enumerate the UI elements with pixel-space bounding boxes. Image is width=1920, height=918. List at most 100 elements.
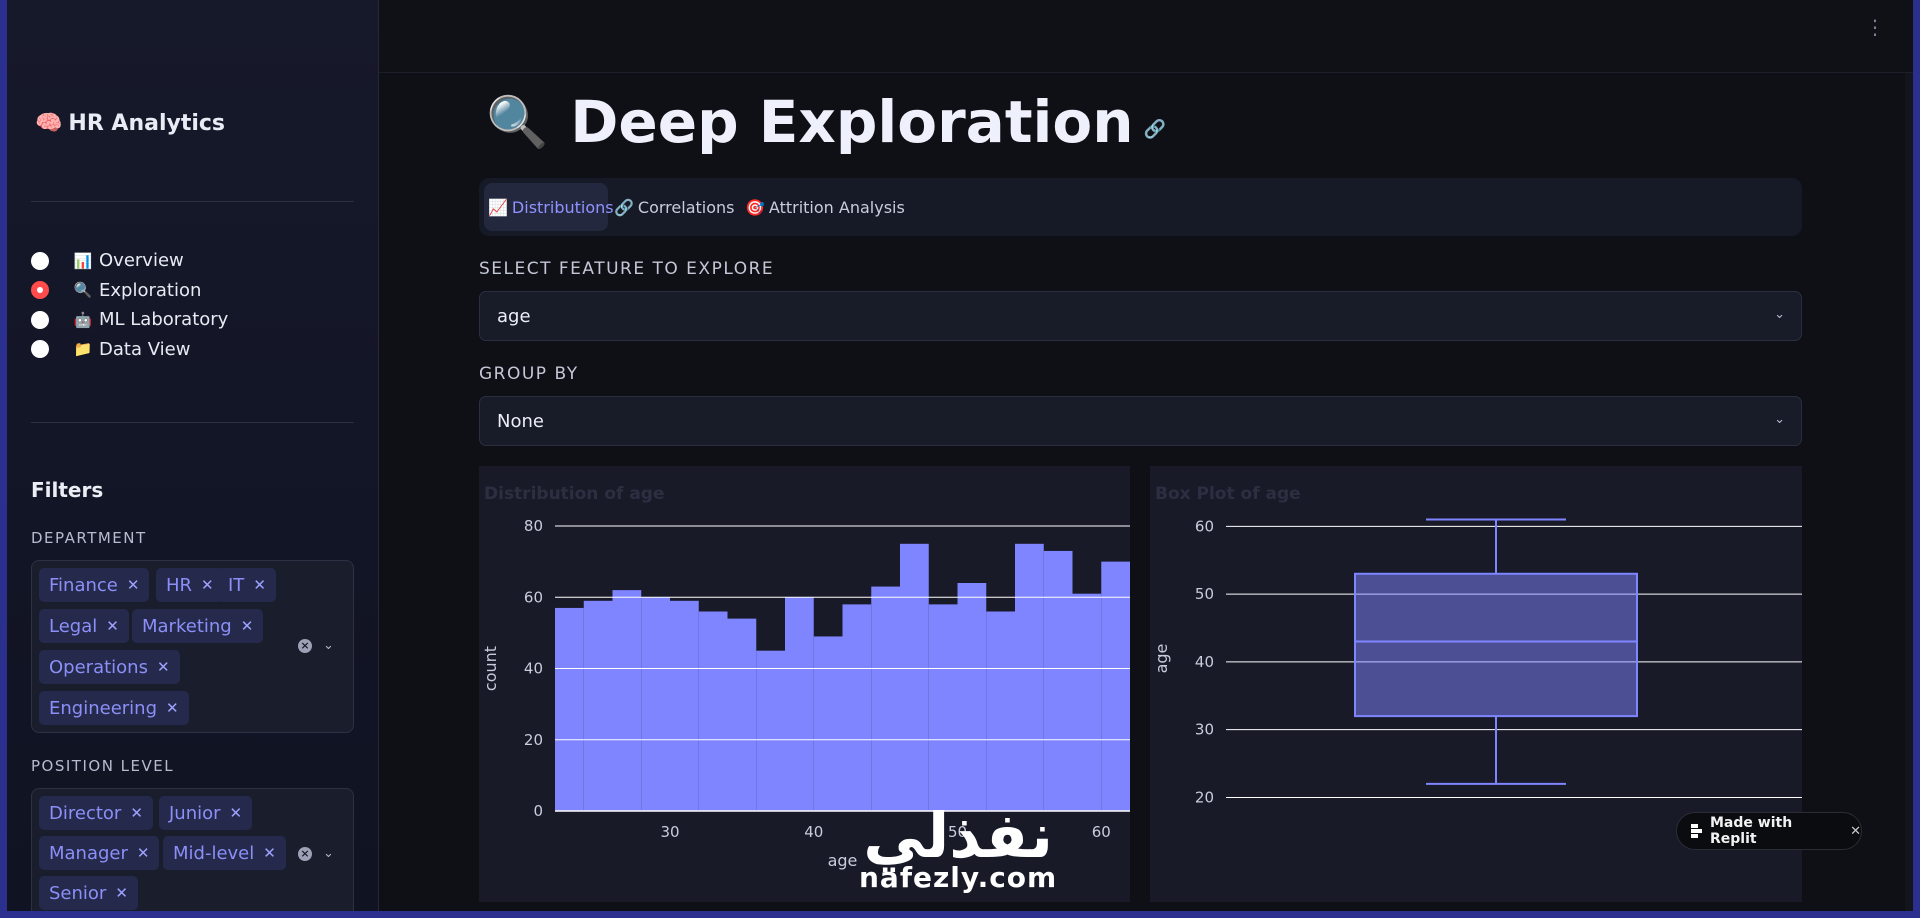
robot-icon: 🤖 (73, 310, 93, 329)
radio-button[interactable] (31, 251, 49, 270)
remove-chip-icon[interactable]: ✕ (137, 844, 150, 862)
x-axis-title: age (828, 851, 858, 870)
chip-director: Director ✕ (39, 796, 153, 830)
page-title: 🔍 Deep Exploration 🔗 (486, 88, 1166, 156)
department-multiselect[interactable]: Finance ✕ HR ✕ IT ✕ Legal ✕ Marketing ✕ Opera… (31, 560, 354, 733)
iqr-box (1354, 572, 1638, 718)
watermark-latin: nafezly.com (859, 861, 1058, 894)
remove-chip-icon[interactable]: ✕ (253, 576, 266, 594)
clear-all-icon[interactable]: × (298, 639, 312, 653)
chip-junior: Junior ✕ (159, 796, 253, 830)
chip-marketing: Marketing ✕ (132, 609, 264, 643)
radio-button-selected[interactable] (31, 281, 49, 300)
chip-operations: Operations ✕ (39, 650, 180, 684)
chevron-down-icon[interactable]: ⌄ (323, 846, 334, 861)
radio-button[interactable] (31, 310, 49, 329)
anchor-link-icon[interactable]: 🔗 (1144, 119, 1166, 140)
remove-chip-icon[interactable]: ✕ (115, 884, 128, 902)
position-level-multiselect[interactable]: Director ✕ Junior ✕ Manager ✕ Mid-level ✕ Se… (31, 788, 354, 911)
divider (31, 422, 354, 423)
remove-chip-icon[interactable]: ✕ (230, 804, 243, 822)
x-tick-label: 40 (804, 823, 823, 841)
chip-senior: Senior ✕ (39, 876, 138, 910)
close-icon[interactable]: ✕ (1850, 824, 1861, 839)
histogram-bar (1101, 561, 1130, 811)
watermark: نفذلي nafezly.com (859, 805, 1058, 895)
target-icon: 🎯 (745, 197, 765, 217)
tab-attrition-analysis[interactable]: 🎯 Attrition Analysis (741, 183, 909, 231)
chevron-down-icon: ⌄ (1774, 307, 1785, 322)
magnifier-icon: 🔍 (486, 92, 549, 151)
remove-chip-icon[interactable]: ✕ (241, 617, 254, 635)
remove-chip-icon[interactable]: ✕ (166, 699, 179, 717)
remove-chip-icon[interactable]: ✕ (130, 804, 143, 822)
brain-icon: 🧠 (35, 111, 63, 136)
group-by-label: GROUP BY (479, 364, 579, 384)
nav-item-data-view[interactable]: 📁 Data View (31, 335, 228, 365)
top-toolbar: ⋮ (379, 0, 1913, 73)
link-icon: 🔗 (614, 197, 634, 217)
app-frame: 🧠 HR Analytics 📊 Overview 🔍 Exploration … (7, 0, 1913, 911)
histogram-bar (842, 604, 872, 811)
histogram-bar (727, 618, 757, 811)
position-level-label: POSITION LEVEL (31, 757, 175, 775)
chip-engineering: Engineering ✕ (39, 691, 189, 725)
histogram-bar (871, 586, 900, 811)
group-by-value: None (497, 411, 544, 432)
x-tick-label: 60 (1092, 823, 1111, 841)
histogram-bar (641, 597, 670, 811)
y-tick-label: 60 (524, 588, 543, 606)
y-axis-title: age (1152, 644, 1171, 674)
feature-select[interactable]: age ⌄ (479, 291, 1802, 341)
nav-item-ml-laboratory[interactable]: 🤖 ML Laboratory (31, 305, 228, 335)
remove-chip-icon[interactable]: ✕ (263, 844, 276, 862)
histogram-title: Distribution of age (484, 484, 665, 504)
chip-hr: HR ✕ (156, 568, 224, 602)
nav-item-exploration[interactable]: 🔍 Exploration (31, 276, 228, 306)
nav-label: Exploration (99, 279, 202, 301)
x-tick-label: 30 (660, 823, 679, 841)
histogram-bar (670, 600, 699, 811)
histogram-bar (1072, 593, 1102, 811)
radio-button[interactable] (31, 340, 49, 359)
histogram-bar (785, 597, 814, 811)
group-by-select[interactable]: None ⌄ (479, 396, 1802, 446)
histogram-bar (756, 650, 785, 811)
histogram-bar (555, 607, 584, 811)
y-tick-label: 40 (524, 660, 543, 678)
histogram-bar (900, 543, 929, 811)
scrollbar[interactable] (1905, 73, 1913, 911)
tab-distributions[interactable]: 📈 Distributions (484, 183, 614, 231)
divider (31, 201, 354, 202)
tab-correlations[interactable]: 🔗 Correlations (610, 183, 738, 231)
histogram-bar (986, 611, 1015, 811)
y-tick-label: 30 (1195, 721, 1214, 739)
kebab-menu-icon[interactable]: ⋮ (1865, 17, 1885, 37)
nav-radio-group: 📊 Overview 🔍 Exploration 🤖 ML Laboratory… (31, 246, 228, 364)
histogram-bar (957, 583, 987, 811)
nav-item-overview[interactable]: 📊 Overview (31, 246, 228, 276)
histogram-bar (698, 611, 728, 811)
histogram-bar (813, 636, 843, 811)
chip-it: IT ✕ (218, 568, 276, 602)
filters-title: Filters (31, 478, 104, 502)
histogram-bar (1015, 543, 1044, 811)
clear-all-icon[interactable]: × (298, 847, 312, 861)
made-with-replit-badge[interactable]: Made with Replit ✕ (1676, 812, 1862, 850)
nav-label: ML Laboratory (99, 309, 229, 331)
replit-logo-icon (1691, 824, 1702, 838)
remove-chip-icon[interactable]: ✕ (201, 576, 214, 594)
magnifier-icon: 🔍 (73, 281, 93, 300)
feature-select-label: SELECT FEATURE TO EXPLORE (479, 259, 775, 279)
chevron-down-icon[interactable]: ⌄ (323, 638, 334, 653)
main-content: 🔍 Deep Exploration 🔗 📈 Distributions 🔗 C… (379, 73, 1913, 911)
remove-chip-icon[interactable]: ✕ (106, 617, 119, 635)
remove-chip-icon[interactable]: ✕ (127, 576, 140, 594)
y-tick-label: 50 (1195, 585, 1214, 603)
histogram-bar (928, 604, 958, 811)
chip-finance: Finance ✕ (39, 568, 150, 602)
boxplot-title: Box Plot of age (1155, 484, 1301, 504)
remove-chip-icon[interactable]: ✕ (157, 658, 170, 676)
chip-legal: Legal ✕ (39, 609, 129, 643)
chart-up-icon: 📈 (488, 197, 508, 217)
